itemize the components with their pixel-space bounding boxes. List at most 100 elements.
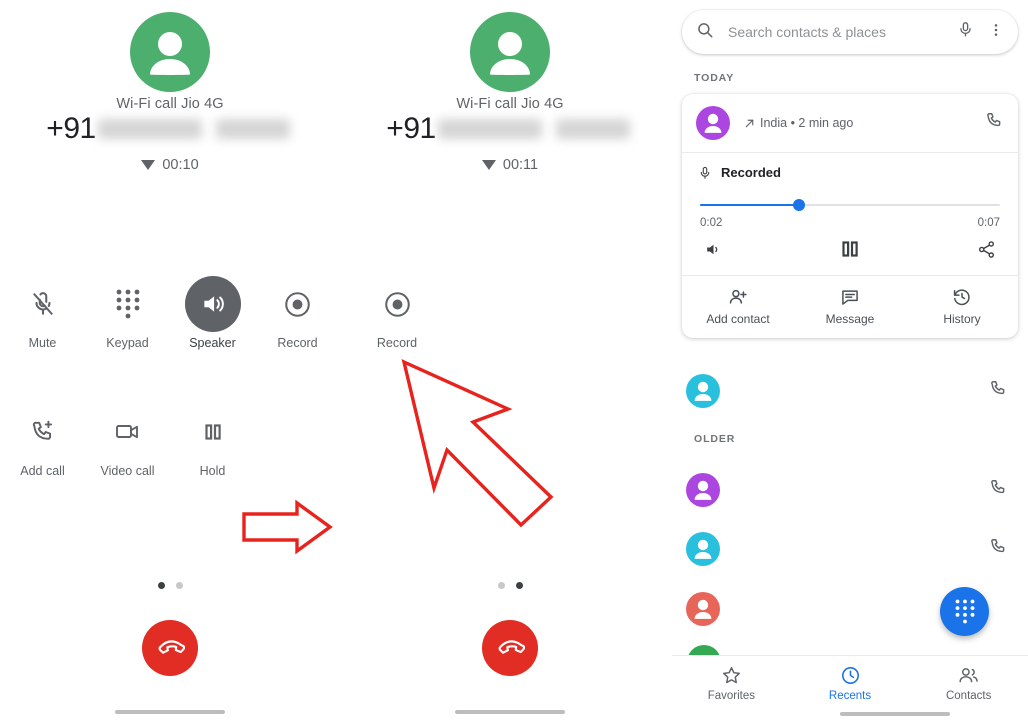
carrier-status: Wi-Fi call Jio 4G bbox=[456, 96, 564, 112]
list-item[interactable] bbox=[672, 461, 1028, 519]
dialpad-fab[interactable] bbox=[940, 587, 989, 636]
share-icon[interactable] bbox=[899, 240, 996, 259]
history-icon bbox=[953, 289, 970, 306]
nav-label-recents: Recents bbox=[828, 690, 872, 702]
add-call-icon bbox=[15, 404, 71, 460]
number-redaction bbox=[437, 113, 634, 145]
pause-icon bbox=[185, 404, 241, 460]
slider-knob[interactable] bbox=[793, 199, 805, 211]
wifi-calling-triangle-icon bbox=[481, 160, 496, 170]
home-indicator-dialer bbox=[840, 712, 950, 716]
add-contact-label: Add contact bbox=[706, 312, 770, 326]
caller-number: +91 bbox=[340, 112, 680, 146]
microphone-icon bbox=[700, 166, 710, 179]
mute-label: Mute bbox=[28, 336, 57, 350]
search-input[interactable]: Search contacts & places bbox=[728, 24, 943, 40]
call-detail-text: India • 2 min ago bbox=[760, 116, 854, 130]
nav-tab-contacts[interactable]: Contacts bbox=[909, 665, 1028, 702]
recording-progress-slider[interactable] bbox=[700, 198, 1000, 212]
carrier-status: Wi-Fi call Jio 4G bbox=[116, 96, 224, 112]
slider-fill bbox=[700, 204, 799, 206]
keypad-label: Keypad bbox=[106, 336, 149, 350]
total-time: 0:07 bbox=[977, 217, 1000, 229]
clock-icon bbox=[841, 667, 859, 684]
list-item[interactable] bbox=[672, 520, 1028, 578]
recording-times: 0:02 0:07 bbox=[682, 212, 1018, 229]
history-button[interactable]: History bbox=[906, 276, 1018, 338]
section-header-older: OLDER bbox=[694, 433, 736, 445]
caller-avatar bbox=[130, 12, 210, 92]
phone-icon[interactable] bbox=[989, 478, 1008, 502]
caller-avatar bbox=[470, 12, 550, 92]
people-icon bbox=[959, 668, 978, 683]
video-call-icon bbox=[100, 404, 156, 460]
end-call-button[interactable] bbox=[482, 620, 538, 676]
expanded-call-card[interactable]: India • 2 min ago Recorded 0:02 0:07 Add… bbox=[682, 94, 1018, 338]
history-label: History bbox=[943, 312, 981, 326]
call-actions: Mute Keypad Speaker Record Add call Vide… bbox=[0, 276, 340, 478]
page-indicator-1 bbox=[0, 582, 340, 589]
call-card-header[interactable]: India • 2 min ago bbox=[682, 94, 1018, 152]
list-item[interactable] bbox=[672, 362, 1028, 420]
call-timer: 00:11 bbox=[340, 157, 680, 173]
record-label: Record bbox=[277, 336, 318, 350]
volume-icon[interactable] bbox=[704, 240, 801, 259]
call-actions-page2: Record bbox=[340, 276, 680, 350]
nav-label-contacts: Contacts bbox=[945, 690, 992, 702]
keypad-button[interactable]: Keypad bbox=[85, 276, 170, 350]
phone-icon[interactable] bbox=[989, 379, 1008, 403]
call-screen-1: Wi-Fi call Jio 4G +91 00:10 Mute Keypad … bbox=[0, 0, 340, 721]
speaker-icon bbox=[184, 276, 241, 332]
recorded-badge: Recorded bbox=[682, 153, 1018, 184]
page-indicator-2 bbox=[340, 582, 680, 589]
call-timer: 00:10 bbox=[0, 157, 340, 173]
message-button[interactable]: Message bbox=[794, 276, 906, 338]
page-dot-2[interactable] bbox=[515, 582, 523, 589]
search-bar[interactable]: Search contacts & places bbox=[682, 10, 1018, 54]
microphone-icon[interactable] bbox=[957, 21, 974, 43]
add-call-button[interactable]: Add call bbox=[0, 404, 85, 478]
avatar bbox=[696, 106, 730, 140]
avatar bbox=[686, 473, 720, 507]
pause-icon[interactable] bbox=[801, 237, 898, 261]
hold-label: Hold bbox=[199, 464, 226, 478]
hold-button[interactable]: Hold bbox=[170, 404, 255, 478]
search-icon bbox=[696, 21, 714, 44]
page-dot-1[interactable] bbox=[497, 582, 505, 589]
call-duration: 00:11 bbox=[502, 157, 539, 173]
speaker-label: Speaker bbox=[189, 336, 236, 350]
phone-icon[interactable] bbox=[989, 537, 1008, 561]
speaker-button[interactable]: Speaker bbox=[170, 276, 255, 350]
add-contact-button[interactable]: Add contact bbox=[682, 276, 794, 338]
nav-tab-favorites[interactable]: Favorites bbox=[672, 665, 791, 702]
star-icon bbox=[722, 667, 740, 684]
video-call-label: Video call bbox=[100, 464, 155, 478]
record-button[interactable]: Record bbox=[255, 276, 340, 350]
number-prefix: +91 bbox=[46, 112, 96, 145]
person-add-icon bbox=[729, 289, 747, 304]
record-dot-icon bbox=[369, 276, 425, 332]
call-duration: 00:10 bbox=[162, 157, 199, 173]
nav-tab-recents[interactable]: Recents bbox=[791, 665, 910, 702]
call-card-text: India • 2 min ago bbox=[743, 116, 972, 130]
avatar bbox=[686, 592, 720, 626]
add-call-label: Add call bbox=[20, 464, 65, 478]
mute-button[interactable]: Mute bbox=[0, 276, 85, 350]
video-call-button[interactable]: Video call bbox=[85, 404, 170, 478]
caller-number: +91 bbox=[0, 112, 340, 146]
outgoing-call-arrow-icon bbox=[745, 119, 754, 127]
more-vert-icon[interactable] bbox=[988, 22, 1004, 43]
call-detail: India • 2 min ago bbox=[743, 116, 972, 130]
home-indicator-1 bbox=[115, 710, 225, 714]
page-dot-2[interactable] bbox=[175, 582, 183, 589]
number-prefix: +91 bbox=[386, 112, 436, 145]
wifi-calling-triangle-icon bbox=[141, 160, 156, 170]
call-card-actions: Add contact Message History bbox=[682, 275, 1018, 338]
section-header-today: TODAY bbox=[694, 72, 735, 84]
record-button[interactable]: Record bbox=[340, 276, 454, 350]
call-screen-2: Wi-Fi call Jio 4G +91 00:11 Record bbox=[340, 0, 680, 721]
end-call-button[interactable] bbox=[142, 620, 198, 676]
page-dot-1[interactable] bbox=[157, 582, 165, 589]
message-label: Message bbox=[825, 312, 875, 326]
phone-icon[interactable] bbox=[985, 111, 1004, 135]
